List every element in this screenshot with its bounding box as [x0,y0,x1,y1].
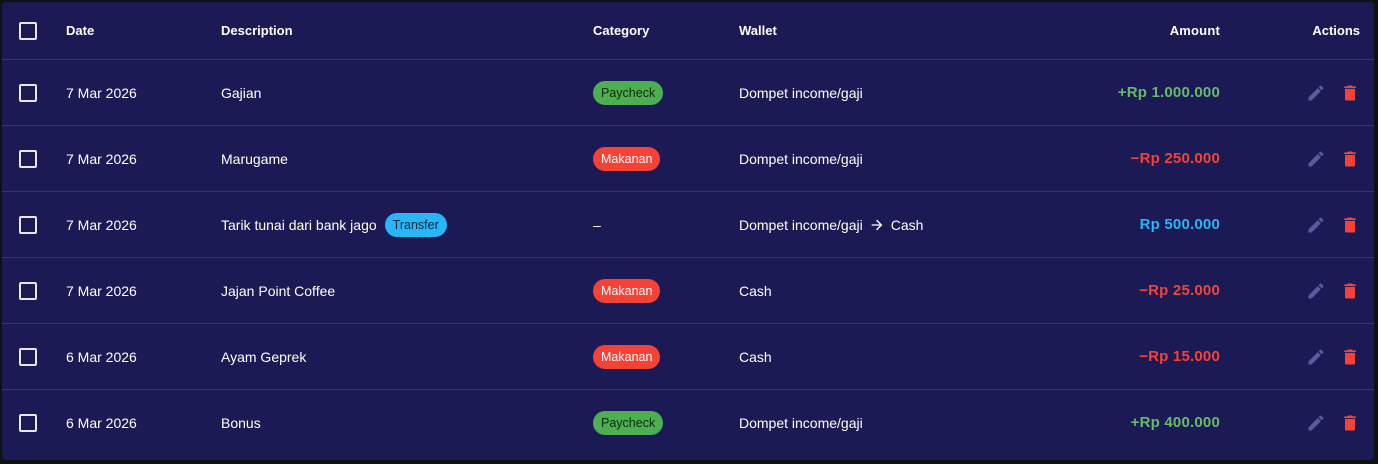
arrow-right-icon [869,217,885,233]
transactions-table: Date Description Category Wallet Amount … [2,2,1374,460]
row-description: Bonus [221,414,261,431]
row-category-cell: Paycheck [593,390,664,455]
header-date[interactable]: Date [66,2,94,59]
category-badge: Makanan [593,278,661,303]
row-checkbox[interactable] [19,83,37,102]
row-description-cell: Tarik tunai dari bank jago Transfer [221,192,447,257]
row-checkbox-cell [18,324,38,389]
row-actions [1306,390,1360,455]
row-checkbox-cell [18,126,38,191]
trash-icon[interactable] [1340,281,1360,301]
row-wallet: Dompet income/gaji [739,414,863,431]
row-wallet: Dompet income/gaji [739,84,863,101]
row-date: 7 Mar 2026 [66,282,137,299]
row-amount: −Rp 250.000 [1130,150,1220,167]
trash-icon[interactable] [1340,347,1360,367]
trash-icon[interactable] [1340,83,1360,103]
row-description: Gajian [221,84,262,101]
row-actions [1306,60,1360,125]
row-actions [1306,126,1360,191]
row-amount: Rp 500.000 [1139,216,1220,233]
category-badge: Paycheck [593,410,664,435]
row-amount: +Rp 1.000.000 [1117,84,1220,101]
row-checkbox[interactable] [19,413,37,432]
header-actions: Actions [1312,23,1360,38]
wallet-from: Dompet income/gaji [739,216,863,233]
trash-icon[interactable] [1340,413,1360,433]
row-description: Jajan Point Coffee [221,282,336,299]
row-checkbox-cell [18,192,38,257]
header-category[interactable]: Category [593,2,649,59]
row-category-cell: Paycheck [593,60,664,125]
row-wallet-cell: Dompet income/gaji Cash [739,192,923,257]
table-row[interactable]: 7 Mar 2026 Gajian Paycheck Dompet income… [2,59,1374,125]
category-badge: Paycheck [593,80,664,105]
pencil-icon[interactable] [1306,149,1326,169]
row-category: – [593,216,601,233]
row-checkbox[interactable] [19,347,37,366]
row-checkbox[interactable] [19,149,37,168]
header-description[interactable]: Description [221,2,293,59]
row-actions [1306,192,1360,257]
trash-icon[interactable] [1340,149,1360,169]
row-date: 7 Mar 2026 [66,84,137,101]
wallet-to: Cash [890,216,924,233]
category-badge: Makanan [593,344,661,369]
transfer-badge: Transfer [384,212,447,237]
pencil-icon[interactable] [1306,281,1326,301]
row-category-cell: Makanan [593,126,661,191]
table-header: Date Description Category Wallet Amount … [2,2,1374,59]
row-description: Tarik tunai dari bank jago [221,216,377,233]
table-row[interactable]: 7 Mar 2026 Marugame Makanan Dompet incom… [2,125,1374,191]
select-all-cell [18,2,38,59]
pencil-icon[interactable] [1306,83,1326,103]
row-description: Ayam Geprek [221,348,307,365]
row-amount: −Rp 15.000 [1139,348,1220,365]
row-checkbox-cell [18,390,38,455]
row-amount: −Rp 25.000 [1139,282,1220,299]
row-checkbox[interactable] [19,215,37,234]
row-actions [1306,324,1360,389]
row-checkbox-cell [18,258,38,323]
table-row[interactable]: 7 Mar 2026 Tarik tunai dari bank jago Tr… [2,191,1374,257]
pencil-icon[interactable] [1306,215,1326,235]
row-checkbox-cell [18,60,38,125]
row-checkbox[interactable] [19,281,37,300]
row-wallet: Cash [739,282,772,299]
row-description: Marugame [221,150,288,167]
row-amount: +Rp 400.000 [1130,414,1220,431]
table-row[interactable]: 6 Mar 2026 Ayam Geprek Makanan Cash −Rp … [2,323,1374,389]
pencil-icon[interactable] [1306,347,1326,367]
header-wallet[interactable]: Wallet [739,2,777,59]
trash-icon[interactable] [1340,215,1360,235]
row-date: 6 Mar 2026 [66,348,137,365]
row-wallet: Cash [739,348,772,365]
row-category-cell: Makanan [593,324,661,389]
select-all-checkbox[interactable] [19,21,37,40]
row-actions [1306,258,1360,323]
table-row[interactable]: 7 Mar 2026 Jajan Point Coffee Makanan Ca… [2,257,1374,323]
row-date: 7 Mar 2026 [66,216,137,233]
category-badge: Makanan [593,146,661,171]
row-category-cell: Makanan [593,258,661,323]
row-date: 6 Mar 2026 [66,414,137,431]
header-amount[interactable]: Amount [1170,2,1220,59]
table-row[interactable]: 6 Mar 2026 Bonus Paycheck Dompet income/… [2,389,1374,455]
row-date: 7 Mar 2026 [66,150,137,167]
pencil-icon[interactable] [1306,413,1326,433]
row-wallet: Dompet income/gaji [739,150,863,167]
